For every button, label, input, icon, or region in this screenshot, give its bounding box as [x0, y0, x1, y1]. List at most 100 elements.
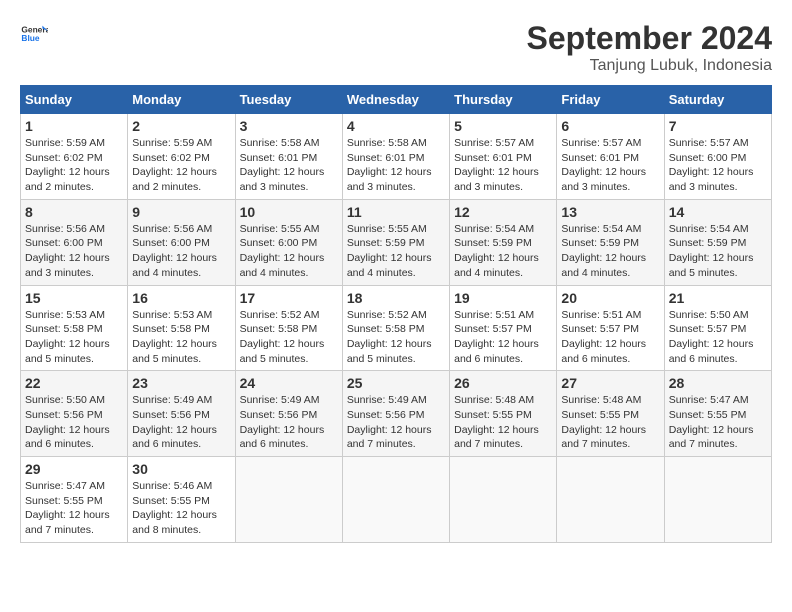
- day-info: Sunrise: 5:57 AM Sunset: 6:01 PM Dayligh…: [561, 136, 659, 195]
- day-number: 4: [347, 118, 445, 134]
- day-info: Sunrise: 5:51 AM Sunset: 5:57 PM Dayligh…: [561, 308, 659, 367]
- calendar-cell: 2 Sunrise: 5:59 AM Sunset: 6:02 PM Dayli…: [128, 114, 235, 200]
- calendar-cell: 11 Sunrise: 5:55 AM Sunset: 5:59 PM Dayl…: [342, 199, 449, 285]
- calendar-cell: 13 Sunrise: 5:54 AM Sunset: 5:59 PM Dayl…: [557, 199, 664, 285]
- day-info: Sunrise: 5:55 AM Sunset: 6:00 PM Dayligh…: [240, 222, 338, 281]
- calendar-cell: [664, 457, 771, 543]
- day-info: Sunrise: 5:56 AM Sunset: 6:00 PM Dayligh…: [25, 222, 123, 281]
- day-info: Sunrise: 5:57 AM Sunset: 6:00 PM Dayligh…: [669, 136, 767, 195]
- day-number: 14: [669, 204, 767, 220]
- day-info: Sunrise: 5:46 AM Sunset: 5:55 PM Dayligh…: [132, 479, 230, 538]
- day-header-friday: Friday: [557, 86, 664, 114]
- logo: General Blue: [20, 20, 48, 48]
- day-number: 24: [240, 375, 338, 391]
- calendar-cell: [450, 457, 557, 543]
- day-header-wednesday: Wednesday: [342, 86, 449, 114]
- day-number: 21: [669, 290, 767, 306]
- day-header-monday: Monday: [128, 86, 235, 114]
- day-info: Sunrise: 5:53 AM Sunset: 5:58 PM Dayligh…: [132, 308, 230, 367]
- day-info: Sunrise: 5:50 AM Sunset: 5:56 PM Dayligh…: [25, 393, 123, 452]
- day-number: 30: [132, 461, 230, 477]
- calendar-cell: 10 Sunrise: 5:55 AM Sunset: 6:00 PM Dayl…: [235, 199, 342, 285]
- calendar-cell: 6 Sunrise: 5:57 AM Sunset: 6:01 PM Dayli…: [557, 114, 664, 200]
- calendar-cell: 19 Sunrise: 5:51 AM Sunset: 5:57 PM Dayl…: [450, 285, 557, 371]
- day-info: Sunrise: 5:57 AM Sunset: 6:01 PM Dayligh…: [454, 136, 552, 195]
- calendar-cell: 7 Sunrise: 5:57 AM Sunset: 6:00 PM Dayli…: [664, 114, 771, 200]
- calendar-cell: [342, 457, 449, 543]
- calendar-cell: 21 Sunrise: 5:50 AM Sunset: 5:57 PM Dayl…: [664, 285, 771, 371]
- day-info: Sunrise: 5:54 AM Sunset: 5:59 PM Dayligh…: [561, 222, 659, 281]
- day-number: 26: [454, 375, 552, 391]
- day-info: Sunrise: 5:48 AM Sunset: 5:55 PM Dayligh…: [561, 393, 659, 452]
- day-number: 3: [240, 118, 338, 134]
- calendar-week-1: 1 Sunrise: 5:59 AM Sunset: 6:02 PM Dayli…: [21, 114, 772, 200]
- day-header-saturday: Saturday: [664, 86, 771, 114]
- day-header-thursday: Thursday: [450, 86, 557, 114]
- day-number: 20: [561, 290, 659, 306]
- day-number: 12: [454, 204, 552, 220]
- day-info: Sunrise: 5:55 AM Sunset: 5:59 PM Dayligh…: [347, 222, 445, 281]
- day-number: 17: [240, 290, 338, 306]
- calendar-cell: 20 Sunrise: 5:51 AM Sunset: 5:57 PM Dayl…: [557, 285, 664, 371]
- calendar-cell: 22 Sunrise: 5:50 AM Sunset: 5:56 PM Dayl…: [21, 371, 128, 457]
- day-info: Sunrise: 5:56 AM Sunset: 6:00 PM Dayligh…: [132, 222, 230, 281]
- day-number: 13: [561, 204, 659, 220]
- logo-icon: General Blue: [20, 20, 48, 48]
- day-info: Sunrise: 5:49 AM Sunset: 5:56 PM Dayligh…: [240, 393, 338, 452]
- calendar-cell: 15 Sunrise: 5:53 AM Sunset: 5:58 PM Dayl…: [21, 285, 128, 371]
- svg-text:Blue: Blue: [21, 33, 39, 43]
- day-number: 18: [347, 290, 445, 306]
- calendar-cell: [557, 457, 664, 543]
- day-number: 7: [669, 118, 767, 134]
- calendar-cell: [235, 457, 342, 543]
- day-number: 25: [347, 375, 445, 391]
- day-number: 22: [25, 375, 123, 391]
- day-info: Sunrise: 5:59 AM Sunset: 6:02 PM Dayligh…: [25, 136, 123, 195]
- calendar-cell: 18 Sunrise: 5:52 AM Sunset: 5:58 PM Dayl…: [342, 285, 449, 371]
- calendar-cell: 16 Sunrise: 5:53 AM Sunset: 5:58 PM Dayl…: [128, 285, 235, 371]
- calendar-cell: 8 Sunrise: 5:56 AM Sunset: 6:00 PM Dayli…: [21, 199, 128, 285]
- calendar-cell: 3 Sunrise: 5:58 AM Sunset: 6:01 PM Dayli…: [235, 114, 342, 200]
- calendar-cell: 23 Sunrise: 5:49 AM Sunset: 5:56 PM Dayl…: [128, 371, 235, 457]
- day-info: Sunrise: 5:54 AM Sunset: 5:59 PM Dayligh…: [669, 222, 767, 281]
- calendar-cell: 4 Sunrise: 5:58 AM Sunset: 6:01 PM Dayli…: [342, 114, 449, 200]
- day-info: Sunrise: 5:49 AM Sunset: 5:56 PM Dayligh…: [347, 393, 445, 452]
- day-info: Sunrise: 5:47 AM Sunset: 5:55 PM Dayligh…: [25, 479, 123, 538]
- calendar-week-5: 29 Sunrise: 5:47 AM Sunset: 5:55 PM Dayl…: [21, 457, 772, 543]
- day-info: Sunrise: 5:58 AM Sunset: 6:01 PM Dayligh…: [240, 136, 338, 195]
- day-number: 27: [561, 375, 659, 391]
- month-title: September 2024: [527, 20, 772, 57]
- page-header: General Blue September 2024 Tanjung Lubu…: [20, 20, 772, 75]
- calendar-cell: 14 Sunrise: 5:54 AM Sunset: 5:59 PM Dayl…: [664, 199, 771, 285]
- location-title: Tanjung Lubuk, Indonesia: [527, 57, 772, 75]
- title-block: September 2024 Tanjung Lubuk, Indonesia: [527, 20, 772, 75]
- day-info: Sunrise: 5:52 AM Sunset: 5:58 PM Dayligh…: [240, 308, 338, 367]
- day-number: 10: [240, 204, 338, 220]
- day-number: 23: [132, 375, 230, 391]
- calendar-cell: 24 Sunrise: 5:49 AM Sunset: 5:56 PM Dayl…: [235, 371, 342, 457]
- day-info: Sunrise: 5:47 AM Sunset: 5:55 PM Dayligh…: [669, 393, 767, 452]
- day-number: 6: [561, 118, 659, 134]
- day-info: Sunrise: 5:58 AM Sunset: 6:01 PM Dayligh…: [347, 136, 445, 195]
- calendar-cell: 17 Sunrise: 5:52 AM Sunset: 5:58 PM Dayl…: [235, 285, 342, 371]
- day-info: Sunrise: 5:49 AM Sunset: 5:56 PM Dayligh…: [132, 393, 230, 452]
- day-number: 16: [132, 290, 230, 306]
- day-info: Sunrise: 5:54 AM Sunset: 5:59 PM Dayligh…: [454, 222, 552, 281]
- day-header-sunday: Sunday: [21, 86, 128, 114]
- day-number: 29: [25, 461, 123, 477]
- day-header-tuesday: Tuesday: [235, 86, 342, 114]
- calendar-cell: 25 Sunrise: 5:49 AM Sunset: 5:56 PM Dayl…: [342, 371, 449, 457]
- day-number: 15: [25, 290, 123, 306]
- day-number: 2: [132, 118, 230, 134]
- calendar-table: SundayMondayTuesdayWednesdayThursdayFrid…: [20, 85, 772, 543]
- day-number: 5: [454, 118, 552, 134]
- calendar-week-2: 8 Sunrise: 5:56 AM Sunset: 6:00 PM Dayli…: [21, 199, 772, 285]
- day-info: Sunrise: 5:59 AM Sunset: 6:02 PM Dayligh…: [132, 136, 230, 195]
- calendar-cell: 9 Sunrise: 5:56 AM Sunset: 6:00 PM Dayli…: [128, 199, 235, 285]
- day-info: Sunrise: 5:52 AM Sunset: 5:58 PM Dayligh…: [347, 308, 445, 367]
- day-number: 1: [25, 118, 123, 134]
- calendar-cell: 30 Sunrise: 5:46 AM Sunset: 5:55 PM Dayl…: [128, 457, 235, 543]
- calendar-week-3: 15 Sunrise: 5:53 AM Sunset: 5:58 PM Dayl…: [21, 285, 772, 371]
- calendar-cell: 1 Sunrise: 5:59 AM Sunset: 6:02 PM Dayli…: [21, 114, 128, 200]
- day-info: Sunrise: 5:51 AM Sunset: 5:57 PM Dayligh…: [454, 308, 552, 367]
